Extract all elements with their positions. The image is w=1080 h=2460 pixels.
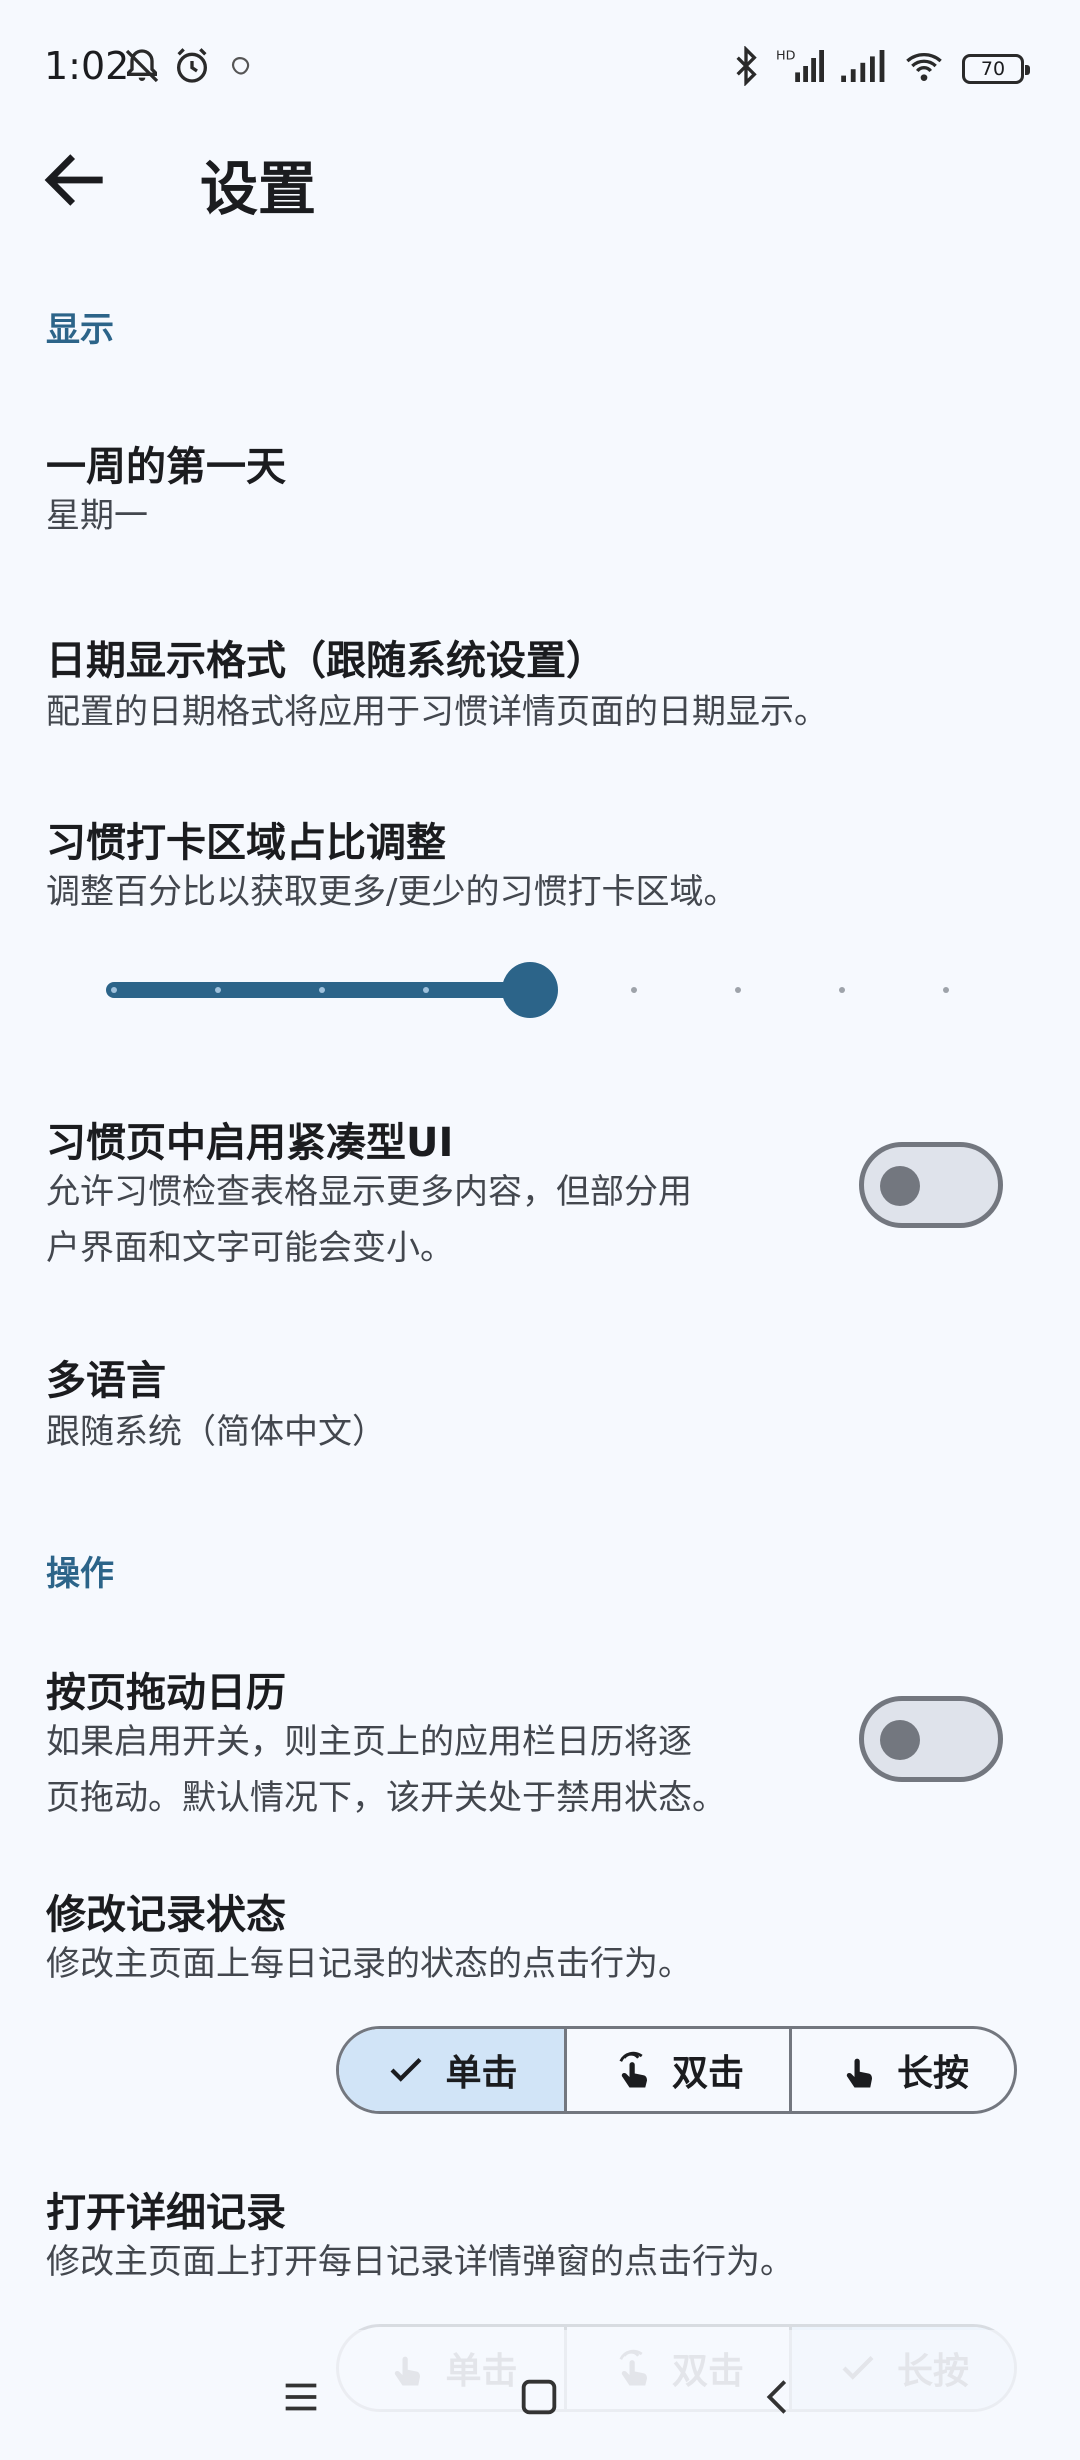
status-bar: 1:02 HD 70 <box>0 0 1080 140</box>
back-nav-icon[interactable] <box>756 2374 802 2420</box>
segment-single-tap[interactable]: 单击 <box>339 2029 564 2111</box>
first-day-value: 星期一 <box>46 496 148 536</box>
notification-icon <box>232 57 250 75</box>
bluetooth-icon <box>736 46 757 86</box>
page-drag-switch[interactable] <box>859 1696 1003 1782</box>
signal-icon <box>841 50 885 82</box>
modify-status-segmented: 单击 双击 长按 <box>336 2026 1017 2114</box>
battery-level: 70 <box>980 58 1006 80</box>
home-icon[interactable] <box>516 2374 562 2420</box>
long-press-icon <box>846 2058 872 2088</box>
setting-modify-status: 修改记录状态 修改主页面上每日记录的状态的点击行为。 <box>0 1870 1080 2000</box>
modify-status-title: 修改记录状态 <box>46 1892 286 1938</box>
setting-compact-ui[interactable]: 习惯页中启用紧凑型UI 允许习惯检查表格显示更多内容，但部分用 户界面和文字可能… <box>0 1100 1080 1280</box>
segment-label: 双击 <box>671 2053 744 2094</box>
segment-long-press[interactable]: 长按 <box>789 2029 1014 2111</box>
system-nav-bar <box>0 2330 1080 2460</box>
battery-icon: 70 <box>962 54 1030 84</box>
segment-label: 长按 <box>896 2053 969 2094</box>
alarm-icon <box>177 48 207 83</box>
modify-status-subtitle: 修改主页面上每日记录的状态的点击行为。 <box>46 1944 692 1984</box>
switch-knob <box>880 1720 920 1760</box>
open-detail-title: 打开详细记录 <box>46 2190 286 2236</box>
status-time: 1:02 <box>44 44 130 88</box>
section-header-display: 显示 <box>46 310 114 350</box>
slider-tick <box>319 987 325 993</box>
page-drag-subtitle-line2: 页拖动。默认情况下，该开关处于禁用状态。 <box>46 1778 726 1818</box>
checkin-area-title: 习惯打卡区域占比调整 <box>46 820 446 866</box>
slider-tick <box>735 987 741 993</box>
checkin-area-subtitle: 调整百分比以获取更多/更少的习惯打卡区域。 <box>46 872 738 912</box>
slider-tick <box>943 987 949 993</box>
page-drag-title: 按页拖动日历 <box>46 1670 286 1716</box>
page-drag-subtitle-line1: 如果启用开关，则主页上的应用栏日历将逐 <box>46 1722 692 1762</box>
first-day-title: 一周的第一天 <box>46 444 286 490</box>
slider-tick <box>423 987 429 993</box>
slider-thumb[interactable] <box>502 962 558 1018</box>
segment-label: 单击 <box>445 2053 518 2094</box>
setting-open-detail: 打开详细记录 修改主页面上打开每日记录详情弹窗的点击行为。 <box>0 2168 1080 2298</box>
page-title: 设置 <box>200 155 317 223</box>
switch-knob <box>880 1166 920 1206</box>
setting-language[interactable]: 多语言 跟随系统（简体中文） <box>0 1330 1080 1480</box>
setting-page-drag[interactable]: 按页拖动日历 如果启用开关，则主页上的应用栏日历将逐 页拖动。默认情况下，该开关… <box>0 1650 1080 1830</box>
date-format-title: 日期显示格式（跟随系统设置） <box>46 638 606 684</box>
arrow-back-icon <box>44 154 103 206</box>
back-button[interactable] <box>36 140 116 220</box>
open-detail-subtitle: 修改主页面上打开每日记录详情弹窗的点击行为。 <box>46 2242 794 2282</box>
compact-ui-switch[interactable] <box>859 1142 1003 1228</box>
slider-tick <box>111 987 117 993</box>
compact-ui-subtitle-line1: 允许习惯检查表格显示更多内容，但部分用 <box>46 1172 692 1212</box>
section-header-operation: 操作 <box>46 1554 114 1594</box>
segment-double-tap[interactable]: 双击 <box>564 2029 789 2111</box>
mute-icon <box>125 49 159 83</box>
wifi-icon <box>906 53 942 81</box>
slider-tick <box>839 987 845 993</box>
hd-signal-icon: HD <box>776 49 824 82</box>
menu-icon[interactable] <box>278 2374 324 2420</box>
compact-ui-title: 习惯页中启用紧凑型UI <box>46 1120 454 1166</box>
check-icon <box>390 2058 422 2082</box>
language-title: 多语言 <box>46 1358 166 1404</box>
setting-date-format[interactable]: 日期显示格式（跟随系统设置） 配置的日期格式将应用于习惯详情页面的日期显示。 <box>0 610 1080 760</box>
double-tap-icon <box>619 2051 647 2088</box>
slider-tick <box>631 987 637 993</box>
slider-tick <box>215 987 221 993</box>
setting-checkin-area: 习惯打卡区域占比调整 调整百分比以获取更多/更少的习惯打卡区域。 <box>0 800 1080 940</box>
compact-ui-subtitle-line2: 户界面和文字可能会变小。 <box>46 1228 454 1268</box>
svg-text:HD: HD <box>776 49 796 64</box>
checkin-area-slider[interactable] <box>100 955 960 1025</box>
language-value: 跟随系统（简体中文） <box>46 1412 386 1452</box>
date-format-subtitle: 配置的日期格式将应用于习惯详情页面的日期显示。 <box>46 692 828 732</box>
setting-first-day[interactable]: 一周的第一天 星期一 <box>0 410 1080 560</box>
